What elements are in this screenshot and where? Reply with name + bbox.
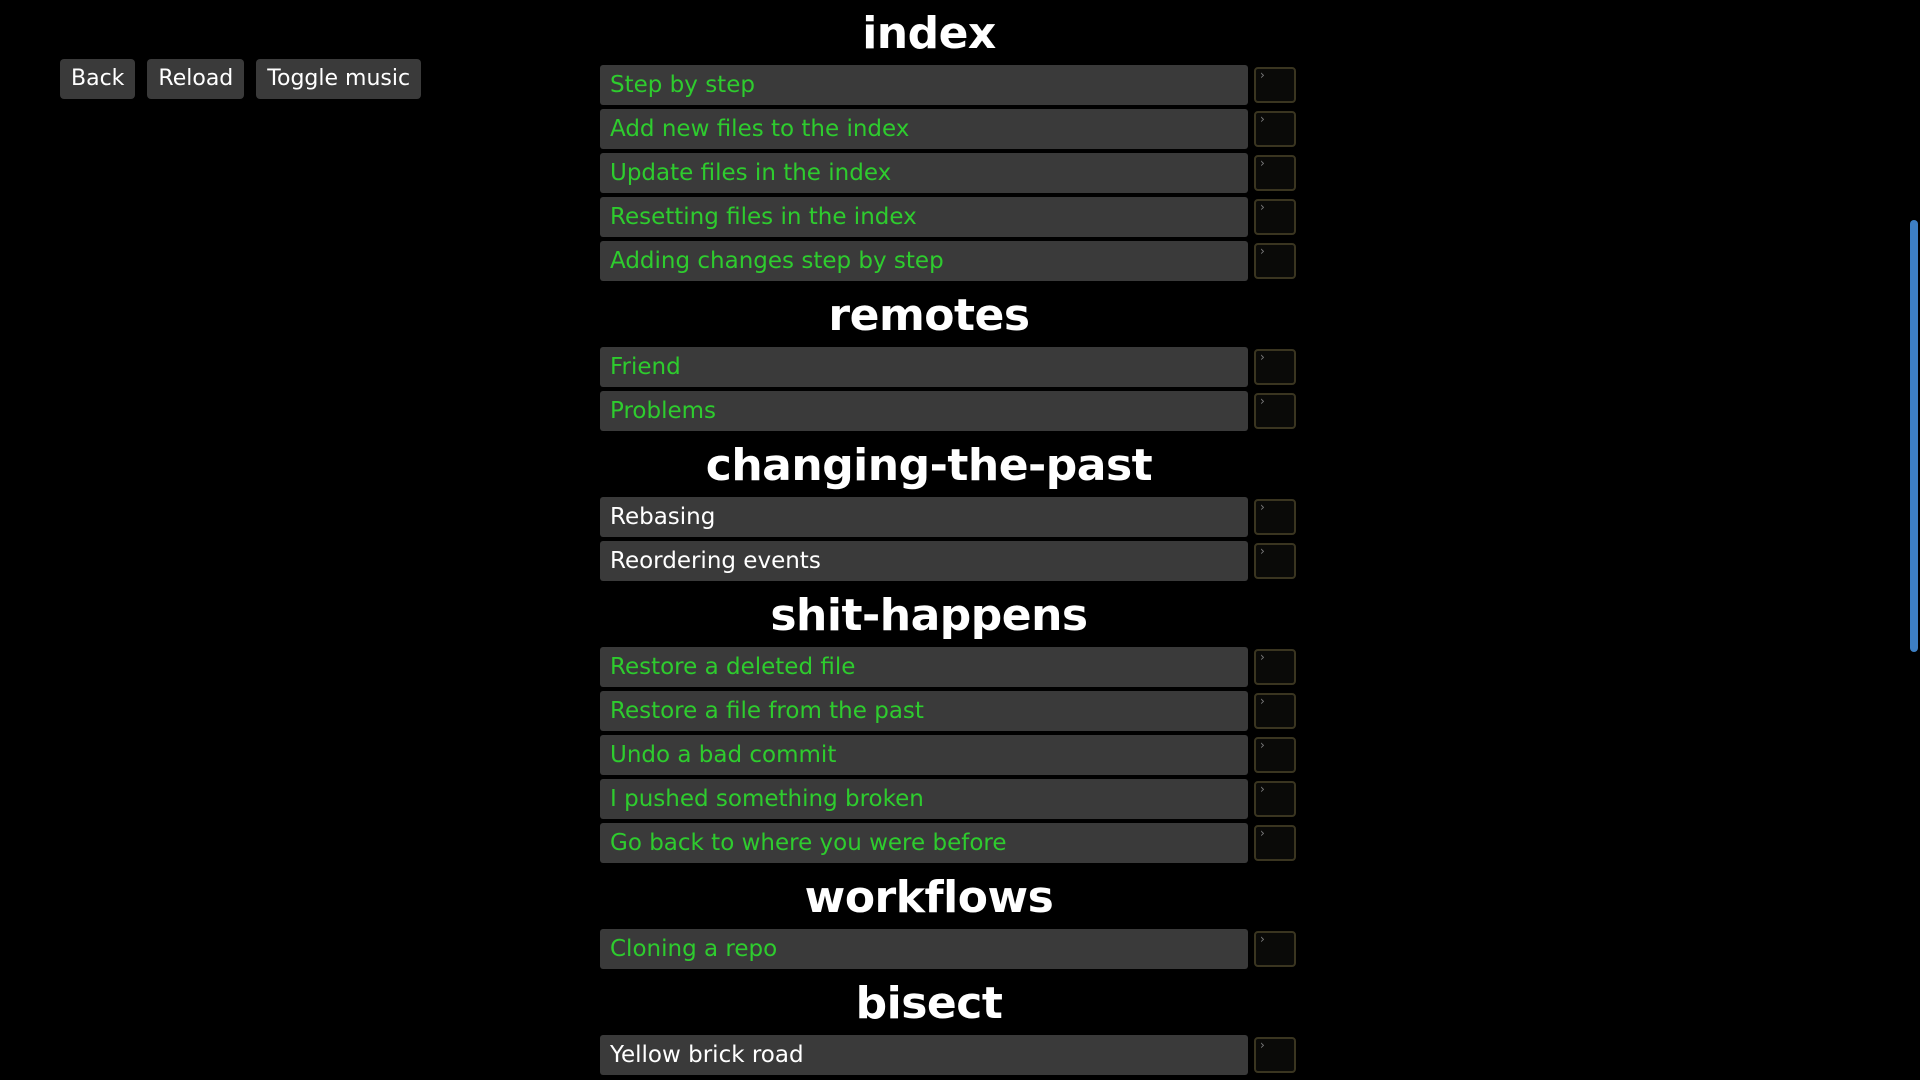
chevron-right-icon: ›	[1260, 200, 1265, 214]
level-open-button[interactable]: ›	[1254, 737, 1296, 773]
level-open-button[interactable]: ›	[1254, 67, 1296, 103]
chapter-title: index	[862, 8, 996, 59]
chevron-right-icon: ›	[1260, 826, 1265, 840]
level-open-button[interactable]: ›	[1254, 199, 1296, 235]
chevron-right-icon: ›	[1260, 394, 1265, 408]
chevron-right-icon: ›	[1260, 244, 1265, 258]
level-button[interactable]: Undo a bad commit	[600, 735, 1248, 775]
level-button[interactable]: Go back to where you were before	[600, 823, 1248, 863]
level-open-button[interactable]: ›	[1254, 243, 1296, 279]
level-row: Yellow brick road ›	[600, 1035, 1310, 1075]
level-row: Step by step ›	[600, 65, 1310, 105]
level-open-button[interactable]: ›	[1254, 649, 1296, 685]
level-button[interactable]: Friend	[600, 347, 1248, 387]
chapter-title: shit-happens	[770, 590, 1088, 641]
level-select-screen: Back Reload Toggle music Contradictions›…	[0, 0, 1920, 1080]
chevron-right-icon: ›	[1260, 932, 1265, 946]
chapter-title: remotes	[828, 290, 1030, 341]
level-list: Contradictions›indexStep by step›Add new…	[600, 0, 1310, 1079]
level-row: Resetting files in the index ›	[600, 197, 1310, 237]
level-row: I pushed something broken ›	[600, 779, 1310, 819]
chevron-right-icon: ›	[1260, 156, 1265, 170]
level-open-button[interactable]: ›	[1254, 825, 1296, 861]
level-button[interactable]: Resetting files in the index	[600, 197, 1248, 237]
chevron-right-icon: ›	[1260, 782, 1265, 796]
level-row: Adding changes step by step ›	[600, 241, 1310, 281]
level-open-button[interactable]: ›	[1254, 155, 1296, 191]
level-button[interactable]: Restore a deleted file	[600, 647, 1248, 687]
scrollbar[interactable]	[1906, 0, 1920, 1080]
back-button[interactable]: Back	[60, 59, 136, 99]
chevron-right-icon: ›	[1260, 68, 1265, 82]
level-row: Update files in the index ›	[600, 153, 1310, 193]
level-row: Restore a deleted file ›	[600, 647, 1310, 687]
chapter-title: changing-the-past	[705, 440, 1153, 491]
level-button[interactable]: Cloning a repo	[600, 929, 1248, 969]
chevron-right-icon: ›	[1260, 738, 1265, 752]
toggle-music-button[interactable]: Toggle music	[256, 59, 422, 99]
level-button[interactable]: Problems	[600, 391, 1248, 431]
level-button[interactable]: Restore a file from the past	[600, 691, 1248, 731]
level-open-button[interactable]: ›	[1254, 543, 1296, 579]
chapter-title: workflows	[804, 872, 1054, 923]
level-button[interactable]: Step by step	[600, 65, 1248, 105]
level-open-button[interactable]: ›	[1254, 1037, 1296, 1073]
level-row: Restore a file from the past ›	[600, 691, 1310, 731]
chevron-right-icon: ›	[1260, 112, 1265, 126]
level-row: Problems ›	[600, 391, 1310, 431]
level-open-button[interactable]: ›	[1254, 781, 1296, 817]
level-row: Friend ›	[600, 347, 1310, 387]
level-button[interactable]: Reordering events	[600, 541, 1248, 581]
chevron-right-icon: ›	[1260, 350, 1265, 364]
level-row: Go back to where you were before ›	[600, 823, 1310, 863]
level-open-button[interactable]: ›	[1254, 499, 1296, 535]
chevron-right-icon: ›	[1260, 1038, 1265, 1052]
reload-button[interactable]: Reload	[147, 59, 245, 99]
level-open-button[interactable]: ›	[1254, 349, 1296, 385]
level-row: Rebasing ›	[600, 497, 1310, 537]
level-row: Reordering events ›	[600, 541, 1310, 581]
level-button[interactable]: Rebasing	[600, 497, 1248, 537]
toolbar: Back Reload Toggle music	[60, 59, 422, 99]
level-button[interactable]: Update files in the index	[600, 153, 1248, 193]
chevron-right-icon: ›	[1260, 694, 1265, 708]
level-open-button[interactable]: ›	[1254, 693, 1296, 729]
level-button[interactable]: Yellow brick road	[600, 1035, 1248, 1075]
level-button[interactable]: Add new files to the index	[600, 109, 1248, 149]
level-open-button[interactable]: ›	[1254, 931, 1296, 967]
chapter-title: bisect	[855, 978, 1003, 1029]
level-row: Cloning a repo ›	[600, 929, 1310, 969]
level-row: Add new files to the index ›	[600, 109, 1310, 149]
level-button[interactable]: Adding changes step by step	[600, 241, 1248, 281]
level-row: Undo a bad commit ›	[600, 735, 1310, 775]
chevron-right-icon: ›	[1260, 500, 1265, 514]
scrollbar-thumb[interactable]	[1910, 220, 1918, 652]
chevron-right-icon: ›	[1260, 544, 1265, 558]
level-open-button[interactable]: ›	[1254, 393, 1296, 429]
level-button[interactable]: I pushed something broken	[600, 779, 1248, 819]
chevron-right-icon: ›	[1260, 650, 1265, 664]
level-open-button[interactable]: ›	[1254, 111, 1296, 147]
